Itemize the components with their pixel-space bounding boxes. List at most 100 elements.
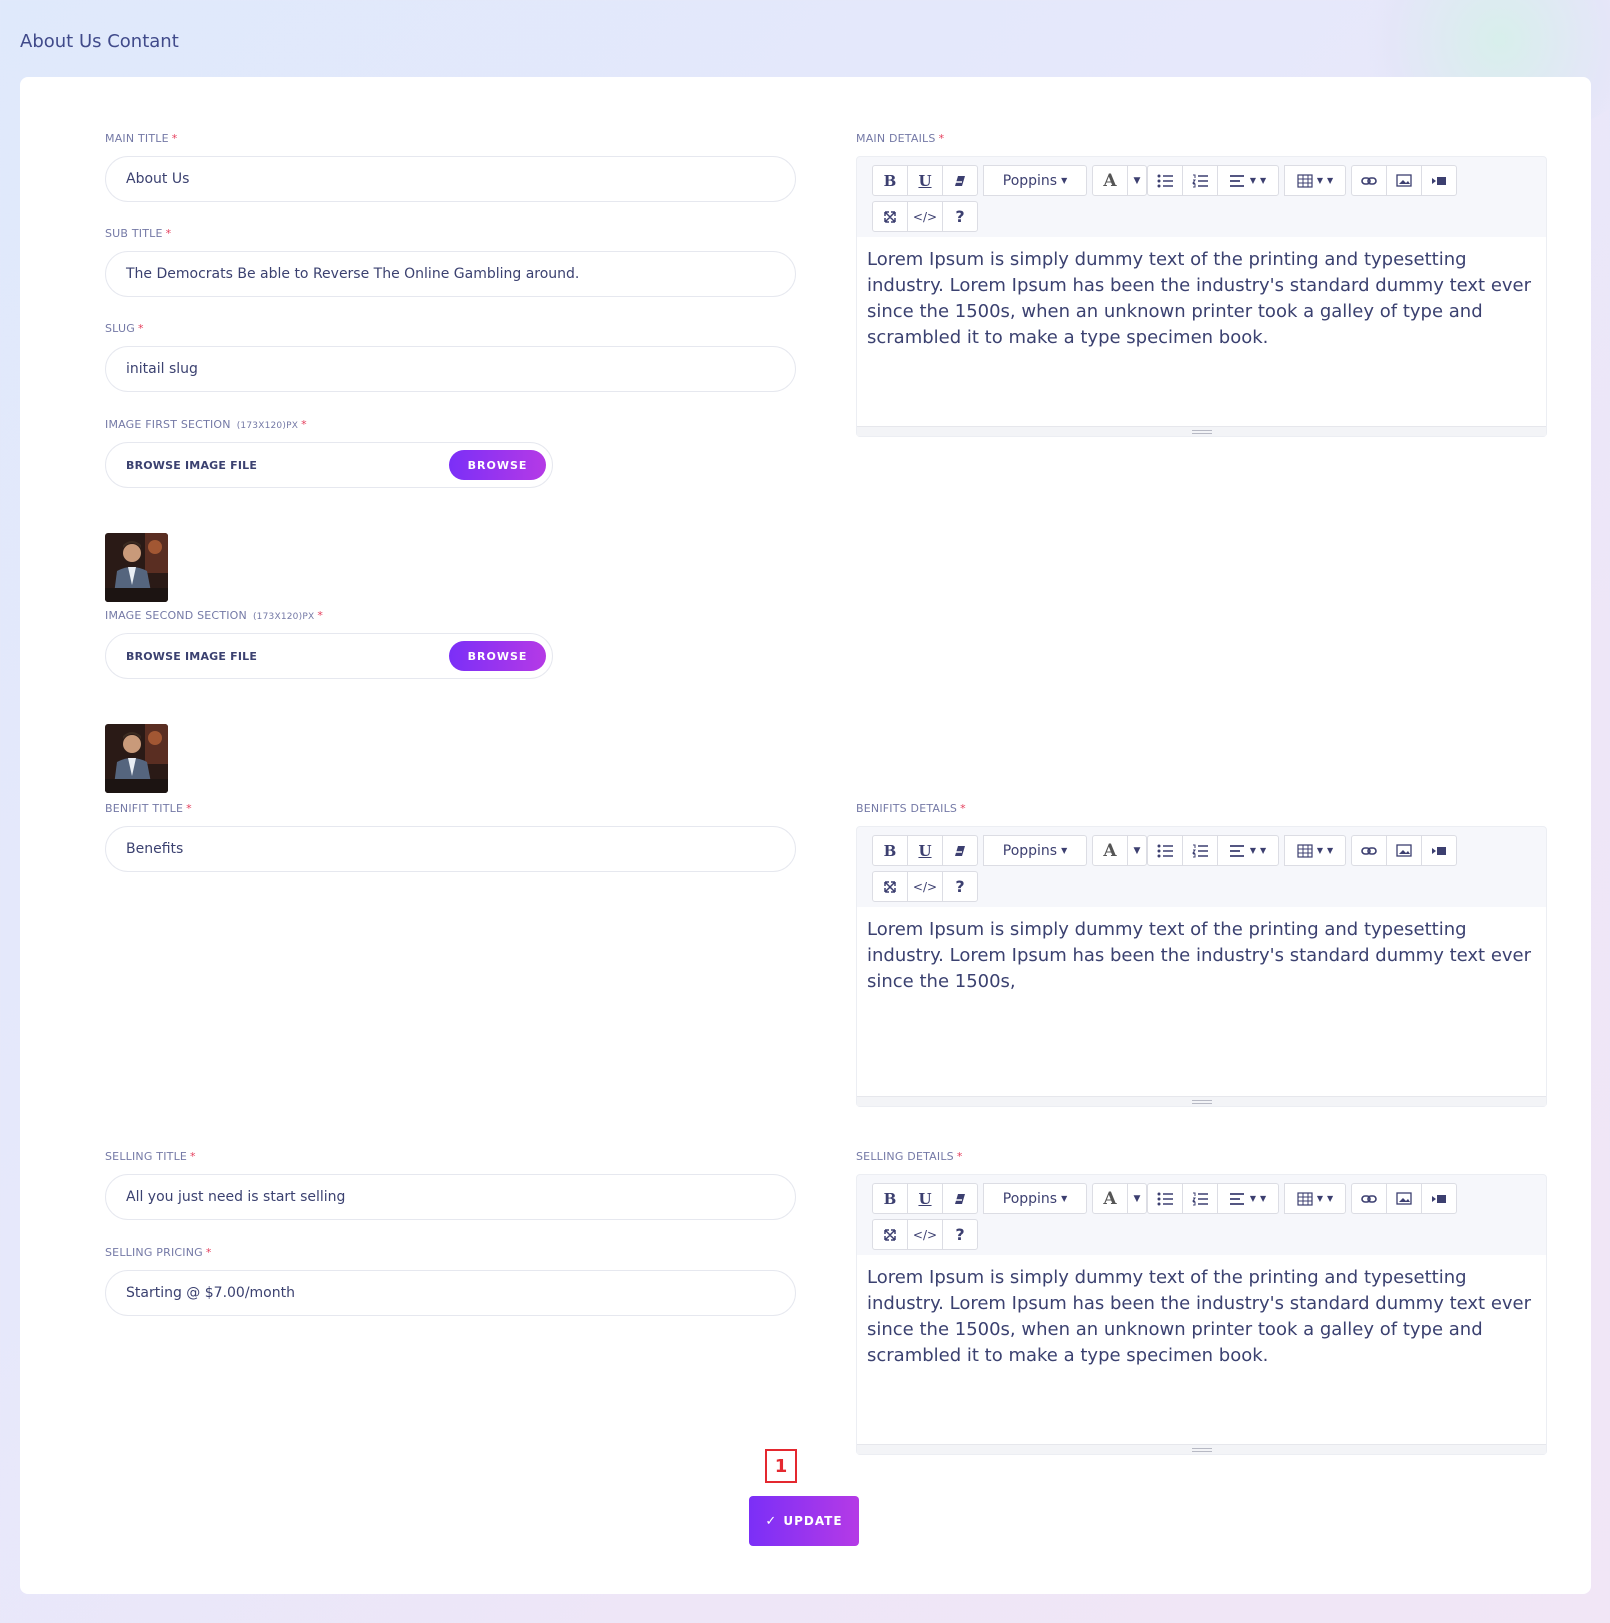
editor-content[interactable]: Lorem Ipsum is simply dummy text of the … [857,907,1546,1096]
editor-toolbar: B U Poppins ▼ A ▼ ▼ ▼ ▼ ▼ </> ? [857,827,1546,907]
help-button[interactable]: ? [942,201,978,232]
font-family-dropdown[interactable]: Poppins ▼ [983,835,1087,866]
selling-title-label: SELLING TITLE * [105,1150,196,1163]
benifit-title-label: BENIFIT TITLE * [105,802,192,815]
selling-title-input[interactable]: All you just need is start selling [105,1174,796,1220]
code-view-button[interactable]: </> [907,1219,943,1250]
color-dropdown-caret[interactable]: ▼ [1127,165,1147,196]
bold-button[interactable]: B [872,1183,908,1214]
resize-handle[interactable] [857,426,1546,436]
color-dropdown-caret[interactable]: ▼ [1127,835,1147,866]
table-dropdown[interactable]: ▼ ▼ [1284,165,1346,196]
link-icon[interactable] [1351,165,1387,196]
grip-icon [1191,1099,1212,1104]
underline-button[interactable]: U [907,835,943,866]
bold-button[interactable]: B [872,165,908,196]
code-view-button[interactable]: </> [907,871,943,902]
text-color-button[interactable]: A [1092,1183,1128,1214]
page-title: About Us Contant [20,31,179,52]
update-button[interactable]: ✓ UPDATE [749,1496,859,1546]
image-second-group: IMAGE SECOND SECTION (173x120)px * BROWSE … [105,609,796,793]
grip-icon [1191,1447,1212,1452]
update-label: UPDATE [783,1514,843,1528]
image-first-preview [105,533,168,602]
image-first-file-input[interactable]: BROWSE IMAGE FILE BROWSE [105,442,553,488]
fullscreen-icon[interactable] [872,1219,908,1250]
fullscreen-icon[interactable] [872,201,908,232]
underline-button[interactable]: U [907,1183,943,1214]
fullscreen-icon[interactable] [872,871,908,902]
grip-icon [1191,429,1212,434]
image-second-browse-button[interactable]: BROWSE [449,641,546,671]
image-first-group: IMAGE FIRST SECTION (173x120)px * BROWSE I… [105,418,796,602]
image-first-browse-button[interactable]: BROWSE [449,450,546,480]
align-dropdown[interactable]: ▼ ▼ [1217,165,1279,196]
main-title-group: MAIN TITLE * About Us [105,132,796,202]
editor-toolbar: B U Poppins ▼ A ▼ ▼ ▼ ▼ ▼ </> ? [857,157,1546,237]
underline-button[interactable]: U [907,165,943,196]
slug-group: SLUG * initail slug [105,322,796,392]
ordered-list-icon[interactable] [1182,1183,1218,1214]
text-color-button[interactable]: A [1092,165,1128,196]
ordered-list-icon[interactable] [1182,835,1218,866]
unordered-list-icon[interactable] [1147,835,1183,866]
benefits-details-group: BENIFITS DETAILS * B U Poppins ▼ A ▼ ▼ ▼… [856,802,1547,1107]
editor-toolbar: B U Poppins ▼ A ▼ ▼ ▼ ▼ ▼ </> ? [857,1175,1546,1255]
text-color-button[interactable]: A [1092,835,1128,866]
color-dropdown-caret[interactable]: ▼ [1127,1183,1147,1214]
main-title-input[interactable]: About Us [105,156,796,202]
image-second-label: IMAGE SECOND SECTION (173x120)px * [105,609,324,622]
benifit-title-group: BENIFIT TITLE * Benefits [105,802,796,872]
sub-title-label: SUB TITLE * [105,227,172,240]
image-icon[interactable] [1386,1183,1422,1214]
ordered-list-icon[interactable] [1182,165,1218,196]
annotation-marker: 1 [765,1449,797,1483]
link-icon[interactable] [1351,835,1387,866]
resize-handle[interactable] [857,1444,1546,1454]
video-icon[interactable] [1421,165,1457,196]
help-button[interactable]: ? [942,871,978,902]
table-dropdown[interactable]: ▼ ▼ [1284,1183,1346,1214]
link-icon[interactable] [1351,1183,1387,1214]
selling-pricing-label: SELLING PRICING * [105,1246,212,1259]
resize-handle[interactable] [857,1096,1546,1106]
unordered-list-icon[interactable] [1147,1183,1183,1214]
bold-button[interactable]: B [872,835,908,866]
main-details-group: MAIN DETAILS * B U Poppins ▼ A ▼ ▼ ▼ ▼ ▼… [856,132,1547,437]
selling-pricing-group: SELLING PRICING * Starting @ $7.00/month [105,1246,796,1316]
code-view-button[interactable]: </> [907,201,943,232]
video-icon[interactable] [1421,835,1457,866]
image-second-file-text: BROWSE IMAGE FILE [126,649,258,663]
eraser-icon[interactable] [942,835,978,866]
video-icon[interactable] [1421,1183,1457,1214]
help-button[interactable]: ? [942,1219,978,1250]
eraser-icon[interactable] [942,165,978,196]
slug-input[interactable]: initail slug [105,346,796,392]
font-family-dropdown[interactable]: Poppins ▼ [983,165,1087,196]
align-dropdown[interactable]: ▼ ▼ [1217,1183,1279,1214]
table-dropdown[interactable]: ▼ ▼ [1284,835,1346,866]
image-icon[interactable] [1386,835,1422,866]
image-icon[interactable] [1386,165,1422,196]
image-first-file-text: BROWSE IMAGE FILE [126,458,258,472]
eraser-icon[interactable] [942,1183,978,1214]
benifit-title-input[interactable]: Benefits [105,826,796,872]
font-family-dropdown[interactable]: Poppins ▼ [983,1183,1087,1214]
image-second-preview [105,724,168,793]
sub-title-input[interactable]: The Democrats Be able to Reverse The Onl… [105,251,796,297]
main-title-label: MAIN TITLE * [105,132,178,145]
image-second-file-input[interactable]: BROWSE IMAGE FILE BROWSE [105,633,553,679]
editor-label: MAIN DETAILS * [856,132,945,145]
selling-title-group: SELLING TITLE * All you just need is star… [105,1150,796,1220]
unordered-list-icon[interactable] [1147,165,1183,196]
editor-content[interactable]: Lorem Ipsum is simply dummy text of the … [857,1255,1546,1444]
rich-text-editor: B U Poppins ▼ A ▼ ▼ ▼ ▼ ▼ </> ? Lorem Ip… [856,826,1547,1107]
content-card: MAIN TITLE * About Us SUB TITLE * The Demo… [20,77,1591,1594]
rich-text-editor: B U Poppins ▼ A ▼ ▼ ▼ ▼ ▼ </> ? Lorem Ip… [856,1174,1547,1455]
align-dropdown[interactable]: ▼ ▼ [1217,835,1279,866]
slug-label: SLUG * [105,322,144,335]
editor-label: SELLING DETAILS * [856,1150,963,1163]
selling-pricing-input[interactable]: Starting @ $7.00/month [105,1270,796,1316]
sub-title-group: SUB TITLE * The Democrats Be able to Reve… [105,227,796,297]
editor-content[interactable]: Lorem Ipsum is simply dummy text of the … [857,237,1546,426]
